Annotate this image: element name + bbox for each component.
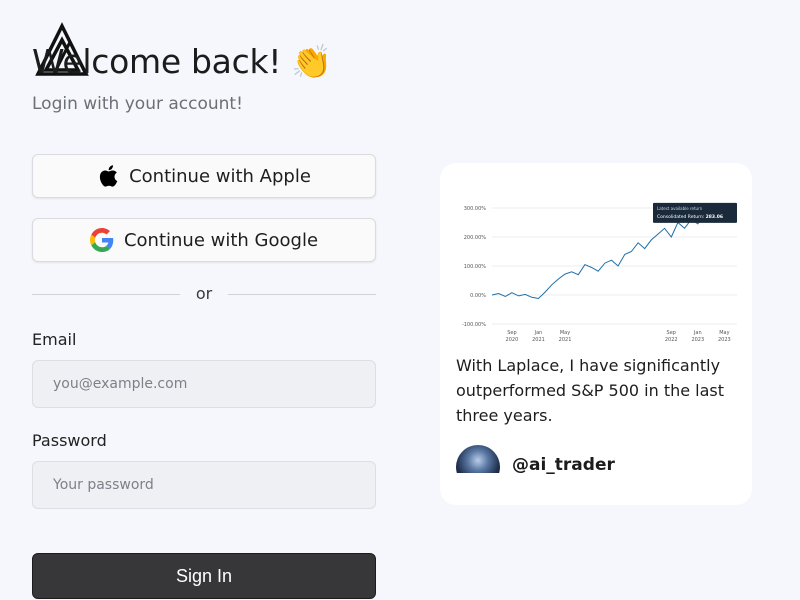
chart-tooltip-title: Latest available return — [657, 206, 703, 211]
or-divider: or — [32, 284, 376, 304]
continue-with-google-label: Continue with Google — [123, 229, 319, 251]
chart-x-tick-label: 2021 — [559, 337, 572, 343]
chart-x-tick-label: 2020 — [506, 337, 519, 343]
google-icon — [89, 228, 114, 252]
divider-line-right — [228, 294, 376, 295]
sign-in-button[interactable]: Sign In — [32, 553, 376, 599]
avatar — [456, 445, 500, 473]
chart-x-tick-label: Sep — [667, 330, 676, 336]
chart-x-tick-label: 2022 — [665, 337, 678, 343]
continue-with-apple-label: Continue with Apple — [129, 165, 311, 187]
testimonial-card: 300.00% 200.00% 100.00% 0.00% -100.00% Sep 202… — [440, 163, 752, 505]
email-field[interactable] — [32, 360, 376, 408]
email-label: Email — [32, 330, 77, 349]
apple-icon — [99, 165, 118, 187]
chart-x-tick-label: Jan — [693, 330, 702, 336]
testimonial-handle: @ai_trader — [512, 455, 615, 475]
continue-with-google-button[interactable]: Continue with Google — [32, 218, 376, 262]
chart-y-tick-label: 300.00% — [464, 206, 486, 212]
chart-x-tick-label: 2023 — [691, 337, 704, 343]
chart-y-tick-label: -100.00% — [462, 322, 486, 328]
page-title: Welcome back! 👏 — [32, 42, 333, 81]
chart-x-tick-label: 2023 — [718, 337, 731, 343]
password-label: Password — [32, 431, 107, 450]
chart-x-tick-label: 2021 — [532, 337, 545, 343]
password-field[interactable] — [32, 461, 376, 509]
chart-y-tick-label: 200.00% — [464, 235, 486, 241]
testimonial-quote: With Laplace, I have significantly outpe… — [456, 356, 725, 425]
chart-series-line — [491, 212, 732, 300]
chart-x-tick-label: Jan — [534, 330, 543, 336]
page-subtitle: Login with your account! — [32, 94, 243, 114]
performance-chart: 300.00%200.00%100.00%0.00%-100.00%Sep202… — [462, 202, 737, 343]
chart-y-tick-label: 100.00% — [464, 264, 486, 270]
chart-tooltip: Latest available return Consolidated Retu… — [653, 202, 737, 223]
chart-x-tick-label: Sep — [507, 330, 516, 336]
chart-y-tick-label: 0.00% — [470, 293, 486, 299]
chart-x-tick-label: May — [560, 330, 570, 336]
continue-with-apple-button[interactable]: Continue with Apple — [32, 154, 376, 198]
chart-x-tick-label: May — [719, 330, 729, 336]
chart-tooltip-value: Consolidated Return: 283.06 — [657, 214, 723, 220]
